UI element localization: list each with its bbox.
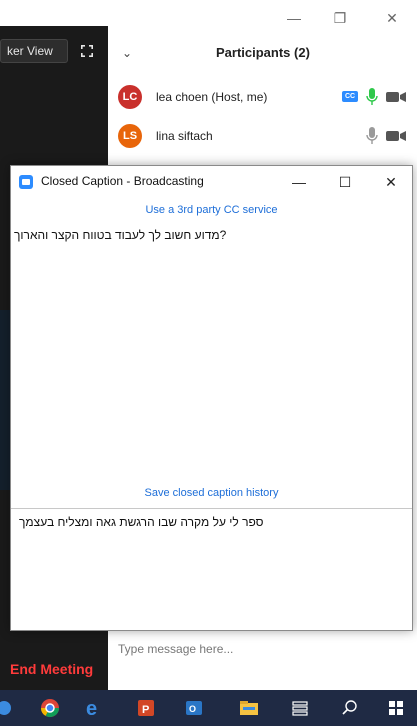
dialog-maximize-button[interactable]: ☐: [335, 172, 355, 192]
windows-taskbar: e P O: [0, 690, 417, 726]
dialog-titlebar[interactable]: Closed Caption - Broadcasting — ☐ ✕: [11, 166, 412, 198]
svg-text:P: P: [142, 704, 149, 716]
participant-name: lina siftach: [156, 129, 213, 143]
svg-text:e: e: [86, 698, 97, 718]
file-explorer-icon[interactable]: [239, 698, 259, 718]
video-camera-icon[interactable]: [386, 130, 406, 142]
panel-minimize-button[interactable]: —: [282, 8, 306, 28]
dialog-minimize-button[interactable]: —: [289, 172, 309, 192]
caption-input-text: ספר לי על מקרה שבו הרגשת גאה ומצליח בעצמ…: [19, 515, 264, 529]
caption-display-text: ?מדוע חשוב לך לעבוד בטווח הקצר והארוך: [14, 228, 227, 242]
edge-icon[interactable]: e: [83, 698, 103, 718]
task-view-icon[interactable]: [290, 698, 310, 718]
search-icon[interactable]: [340, 698, 360, 718]
powerpoint-icon[interactable]: P: [136, 698, 156, 718]
zoom-app-icon: [19, 175, 33, 189]
chat-message-input[interactable]: Type message here...: [118, 642, 233, 656]
third-party-cc-link[interactable]: Use a 3rd party CC service: [11, 204, 412, 216]
windows-icon[interactable]: [386, 698, 406, 718]
svg-text:O: O: [189, 704, 196, 714]
cc-badge: CC: [342, 91, 358, 102]
closed-caption-dialog: Closed Caption - Broadcasting — ☐ ✕ Use …: [10, 165, 413, 631]
outlook-icon[interactable]: O: [184, 698, 204, 718]
browser-icon[interactable]: [0, 698, 20, 718]
chrome-icon[interactable]: [40, 698, 60, 718]
speaker-view-button[interactable]: ker View: [0, 39, 68, 63]
fullscreen-icon[interactable]: [78, 42, 96, 60]
participant-row[interactable]: LS lina siftach: [108, 119, 417, 153]
avatar: LC: [118, 85, 142, 109]
chevron-down-icon[interactable]: ⌄: [122, 46, 132, 60]
video-thumbnail-strip: [0, 310, 10, 490]
microphone-icon[interactable]: [366, 87, 378, 107]
participant-row[interactable]: LC lea choen (Host, me) CC: [108, 80, 417, 114]
microphone-icon[interactable]: [366, 126, 378, 146]
participant-name: lea choen (Host, me): [156, 90, 268, 104]
participants-header: ⌄ Participants (2): [108, 38, 417, 68]
end-meeting-button[interactable]: End Meeting: [0, 652, 108, 686]
dialog-title: Closed Caption - Broadcasting: [41, 174, 204, 188]
dialog-close-button[interactable]: ✕: [381, 172, 401, 192]
participants-title: Participants (2): [216, 45, 310, 60]
panel-restore-button[interactable]: ❐: [328, 8, 352, 28]
video-camera-icon[interactable]: [386, 91, 406, 103]
avatar: LS: [118, 124, 142, 148]
caption-input-field[interactable]: ספר לי על מקרה שבו הרגשת גאה ומצליח בעצמ…: [11, 509, 412, 630]
meeting-top-strip: [0, 0, 108, 26]
save-caption-history-link[interactable]: Save closed caption history: [11, 487, 412, 499]
panel-close-button[interactable]: ✕: [380, 8, 404, 28]
